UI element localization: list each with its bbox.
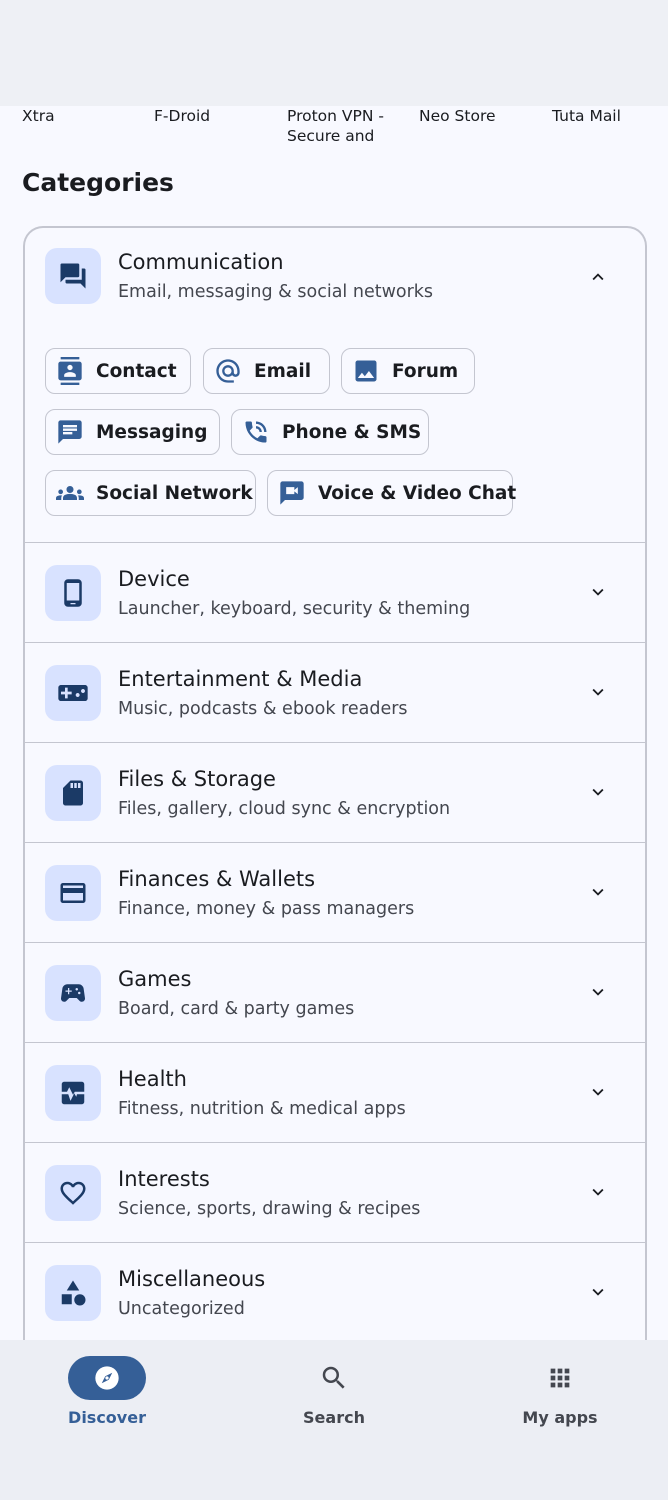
phone-device-icon <box>45 565 101 621</box>
nav-label: My apps <box>522 1408 598 1427</box>
chip-label: Phone & SMS <box>282 421 422 443</box>
category-finances-wallets[interactable]: Finances & Wallets Finance, money & pass… <box>25 842 645 943</box>
chevron-down-icon[interactable] <box>587 581 609 603</box>
category-subtitle: Science, sports, drawing & recipes <box>118 1199 421 1219</box>
chevron-up-icon[interactable] <box>587 266 609 288</box>
image-icon <box>355 360 377 382</box>
app-name-fdroid[interactable]: F-Droid <box>154 106 274 126</box>
category-title: Finances & Wallets <box>118 867 316 891</box>
nav-search[interactable]: Search <box>259 1356 409 1427</box>
category-games[interactable]: Games Board, card & party games <box>25 942 645 1043</box>
chip-label: Contact <box>96 360 177 382</box>
compass-icon <box>95 1366 119 1390</box>
heart-icon <box>45 1165 101 1221</box>
gamepad-icon <box>45 665 101 721</box>
nav-myapps-indicator <box>521 1356 599 1400</box>
status-bar <box>0 0 668 106</box>
apps-grid-icon <box>550 1368 570 1388</box>
app-name-xtra[interactable]: Xtra <box>22 106 142 126</box>
nav-my-apps[interactable]: My apps <box>485 1356 635 1427</box>
category-title: Entertainment & Media <box>118 667 363 691</box>
chevron-down-icon[interactable] <box>587 781 609 803</box>
chip-forum[interactable]: Forum <box>341 348 475 394</box>
phone-icon <box>245 421 267 443</box>
shapes-icon <box>45 1265 101 1321</box>
category-title: Games <box>118 967 192 991</box>
chip-email[interactable]: Email <box>203 348 330 394</box>
category-subtitle: Music, podcasts & ebook readers <box>118 699 408 719</box>
section-title: Categories <box>22 168 174 197</box>
chevron-down-icon[interactable] <box>587 681 609 703</box>
category-entertainment-media[interactable]: Entertainment & Media Music, podcasts & … <box>25 642 645 743</box>
app-name-proton-vpn[interactable]: Proton VPN - Secure and <box>287 106 407 146</box>
chip-phone-sms[interactable]: Phone & SMS <box>231 409 429 455</box>
chip-contact[interactable]: Contact <box>45 348 191 394</box>
nav-discover[interactable]: Discover <box>32 1356 182 1427</box>
categories-card: Communication Email, messaging & social … <box>23 226 647 1358</box>
category-subtitle: Finance, money & pass managers <box>118 899 415 919</box>
nav-search-indicator <box>295 1356 373 1400</box>
search-icon <box>322 1366 345 1389</box>
video-chat-icon <box>280 481 304 505</box>
group-icon <box>56 486 84 500</box>
wallet-icon <box>45 865 101 921</box>
chip-social-network[interactable]: Social Network <box>45 470 256 516</box>
chevron-down-icon[interactable] <box>587 1181 609 1203</box>
at-icon <box>216 359 240 383</box>
category-subtitle: Files, gallery, cloud sync & encryption <box>118 799 451 819</box>
category-files-storage[interactable]: Files & Storage Files, gallery, cloud sy… <box>25 742 645 843</box>
category-health[interactable]: Health Fitness, nutrition & medical apps <box>25 1042 645 1143</box>
category-subtitle: Board, card & party games <box>118 999 355 1019</box>
chip-label: Social Network <box>96 482 253 504</box>
chevron-down-icon[interactable] <box>587 881 609 903</box>
chip-label: Messaging <box>96 421 208 443</box>
app-name-tuta-mail[interactable]: Tuta Mail <box>552 106 668 126</box>
nav-label: Discover <box>68 1408 146 1427</box>
category-device[interactable]: Device Launcher, keyboard, security & th… <box>25 542 645 643</box>
category-communication[interactable]: Communication Email, messaging & social … <box>25 228 645 542</box>
chevron-down-icon[interactable] <box>587 1281 609 1303</box>
category-title: Device <box>118 567 190 591</box>
chip-label: Email <box>254 360 312 382</box>
category-subtitle: Fitness, nutrition & medical apps <box>118 1099 406 1119</box>
category-title: Interests <box>118 1167 210 1191</box>
category-miscellaneous[interactable]: Miscellaneous Uncategorized <box>25 1242 645 1343</box>
sd-card-icon <box>45 765 101 821</box>
contact-icon <box>58 357 82 385</box>
category-subtitle: Launcher, keyboard, security & theming <box>118 599 471 619</box>
chip-messaging[interactable]: Messaging <box>45 409 220 455</box>
category-interests[interactable]: Interests Science, sports, drawing & rec… <box>25 1142 645 1243</box>
communication-icon <box>45 248 101 304</box>
pulse-icon <box>45 1065 101 1121</box>
message-icon <box>58 420 82 444</box>
chevron-down-icon[interactable] <box>587 981 609 1003</box>
nav-label: Search <box>303 1408 365 1427</box>
category-subtitle: Uncategorized <box>118 1299 245 1319</box>
chip-voice-video-chat[interactable]: Voice & Video Chat <box>267 470 517 516</box>
category-title: Health <box>118 1067 187 1091</box>
category-title: Communication <box>118 250 284 274</box>
category-title: Miscellaneous <box>118 1267 266 1291</box>
app-name-neo-store[interactable]: Neo Store <box>419 106 539 126</box>
top-apps-row: Xtra F-Droid Proton VPN - Secure and Neo… <box>0 106 668 156</box>
chip-label: Voice & Video Chat <box>318 482 517 504</box>
chevron-down-icon[interactable] <box>587 1081 609 1103</box>
chip-label: Forum <box>392 360 459 382</box>
category-subtitle: Email, messaging & social networks <box>118 282 434 302</box>
category-title: Files & Storage <box>118 767 276 791</box>
controller-icon <box>45 965 101 1021</box>
nav-discover-indicator <box>68 1356 146 1400</box>
bottom-navigation: Discover Search My apps <box>0 1340 668 1500</box>
